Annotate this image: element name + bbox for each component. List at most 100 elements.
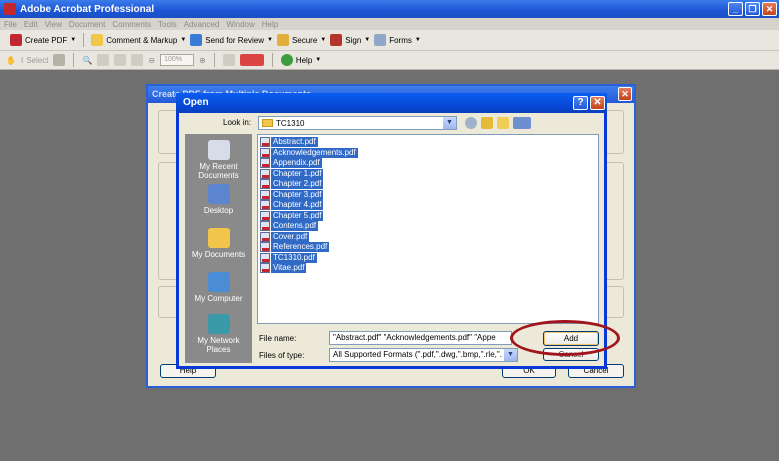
zoom-plus-icon[interactable]: ⊕ [199,56,206,65]
file-name-input[interactable]: "Abstract.pdf" "Acknowledgements.pdf" "A… [329,331,512,345]
look-in-dropdown[interactable]: TC1310 ▼ [258,116,457,130]
hand-tool-icon[interactable]: ✋ [6,56,16,65]
pdf-file-icon [260,179,270,190]
file-name: Appendix.pdf [271,158,322,169]
files-of-type-label: Files of type: [259,351,305,360]
chevron-down-icon: ▼ [70,37,77,43]
secure-button[interactable]: Secure ▼ [276,34,327,46]
forms-button[interactable]: Forms ▼ [374,34,421,46]
pdf-file-icon [260,158,270,169]
send-review-button[interactable]: Send for Review ▼ [190,34,273,46]
place-label: My Documents [191,250,246,259]
file-list-item[interactable]: Cover.pdf [260,231,358,243]
menu-view[interactable]: View [45,20,62,29]
text-cursor-icon: I [20,55,24,65]
look-in-value: TC1310 [276,118,305,128]
zoom-level-input[interactable]: 100% [160,54,195,66]
send-review-icon [190,34,203,46]
restore-button[interactable]: ❐ [745,2,760,16]
place-my-computer[interactable]: My Computer [185,272,252,303]
pdf-file-icon [260,252,270,263]
fit-page-icon[interactable] [114,54,127,66]
chevron-down-icon: ▼ [320,37,327,43]
help-question-button[interactable]: ? [573,96,588,110]
menu-edit[interactable]: Edit [24,20,38,29]
place-label: My Recent Documents [198,162,239,180]
desktop-icon [207,184,230,204]
menu-file[interactable]: File [4,20,17,29]
up-folder-icon[interactable] [481,117,493,129]
toolbar-separator [213,53,215,67]
file-list-item[interactable]: Abstract.pdf [260,137,358,148]
menu-help[interactable]: Help [262,20,278,29]
pdf-file-icon [260,168,270,179]
file-list-item[interactable]: Chapter 2.pdf [260,179,358,190]
place-my-network-places[interactable]: My Network Places [185,314,252,354]
file-list-items: Abstract.pdf Acknowledgements.pdf Appendix… [260,137,358,274]
back-icon[interactable] [465,117,477,129]
forms-label: Forms [389,35,412,45]
menu-document[interactable]: Document [69,20,105,29]
file-name: Chapter 4.pdf [271,200,324,211]
file-list-item[interactable]: References.pdf [260,242,358,253]
create-pdf-icon [10,34,22,46]
menu-comments[interactable]: Comments [112,20,151,29]
chevron-down-icon[interactable]: ▼ [504,349,517,361]
recent-documents-icon [207,140,230,160]
place-my-documents[interactable]: My Documents [185,228,252,259]
sign-button[interactable]: Sign ▼ [330,34,370,46]
help-button[interactable]: Help ▼ [280,54,321,66]
create-pdf-label: Create PDF [25,35,68,45]
chevron-down-icon[interactable]: ▼ [443,117,456,129]
file-list[interactable]: Abstract.pdf Acknowledgements.pdf Appendix… [257,134,599,324]
page-icon[interactable] [97,54,110,66]
view-menu-icon[interactable] [513,117,531,129]
rotate-icon[interactable] [222,54,235,66]
help-icon [280,54,293,66]
yahoo-icon[interactable] [239,54,264,66]
zoom-out-icon[interactable]: ⊖ [148,56,155,65]
snapshot-icon[interactable] [53,54,66,66]
fit-width-icon[interactable] [131,54,144,66]
select-tool-button[interactable]: I Select [21,56,48,65]
files-of-type-value: All Supported Formats (".pdf,".dwg,".bmp… [333,350,502,359]
comment-markup-button[interactable]: Comment & Markup ▼ [91,34,186,46]
file-list-item[interactable]: Acknowledgements.pdf [260,147,358,159]
place-desktop[interactable]: Desktop [185,184,252,215]
zoom-in-icon[interactable]: 🔍 [82,56,92,65]
file-list-item[interactable]: Appendix.pdf [260,158,358,169]
pen-icon [330,34,343,46]
app-title: Adobe Acrobat Professional [20,3,155,15]
file-list-item[interactable]: Chapter 5.pdf [260,210,358,222]
file-list-item[interactable]: Chapter 4.pdf [260,200,358,211]
place-my-recent-documents[interactable]: My Recent Documents [185,140,252,180]
help-label: Help [295,55,313,65]
file-list-item[interactable]: Vitae.pdf [260,263,358,274]
comment-markup-label: Comment & Markup [106,35,178,45]
pdf-file-icon [260,242,270,253]
file-list-item[interactable]: Contens.pdf [260,221,358,232]
minimize-button[interactable]: _ [728,2,743,16]
pdf-file-icon [260,147,270,158]
file-name: Abstract.pdf [271,137,318,148]
bg-dialog-close-icon[interactable]: ✕ [618,87,632,101]
new-folder-icon[interactable] [497,117,509,129]
my-computer-icon [207,272,230,292]
close-button[interactable]: ✕ [762,2,777,16]
chevron-down-icon: ▼ [180,37,187,43]
menu-advanced[interactable]: Advanced [184,20,220,29]
files-of-type-select[interactable]: All Supported Formats (".pdf,".dwg,".bmp… [329,348,518,362]
file-list-item[interactable]: Chapter 3.pdf [260,189,358,201]
navigation-icons [465,117,531,129]
places-bar: My Recent Documents Desktop My Documents… [185,134,252,363]
basic-toolbar: ✋ I Select 🔍 ⊖ 100% ⊕ Help ▼ [0,51,779,70]
menu-tools[interactable]: Tools [158,20,177,29]
menu-window[interactable]: Window [226,20,254,29]
create-pdf-button[interactable]: Create PDF ▼ [10,34,76,46]
file-list-item[interactable]: Chapter 1.pdf [260,168,358,180]
chevron-down-icon: ▼ [364,37,371,43]
highlight-ellipse [510,320,620,356]
open-dialog-close-button[interactable]: ✕ [590,96,605,110]
select-label: Select [26,55,49,65]
file-list-item[interactable]: TC1310.pdf [260,252,358,264]
